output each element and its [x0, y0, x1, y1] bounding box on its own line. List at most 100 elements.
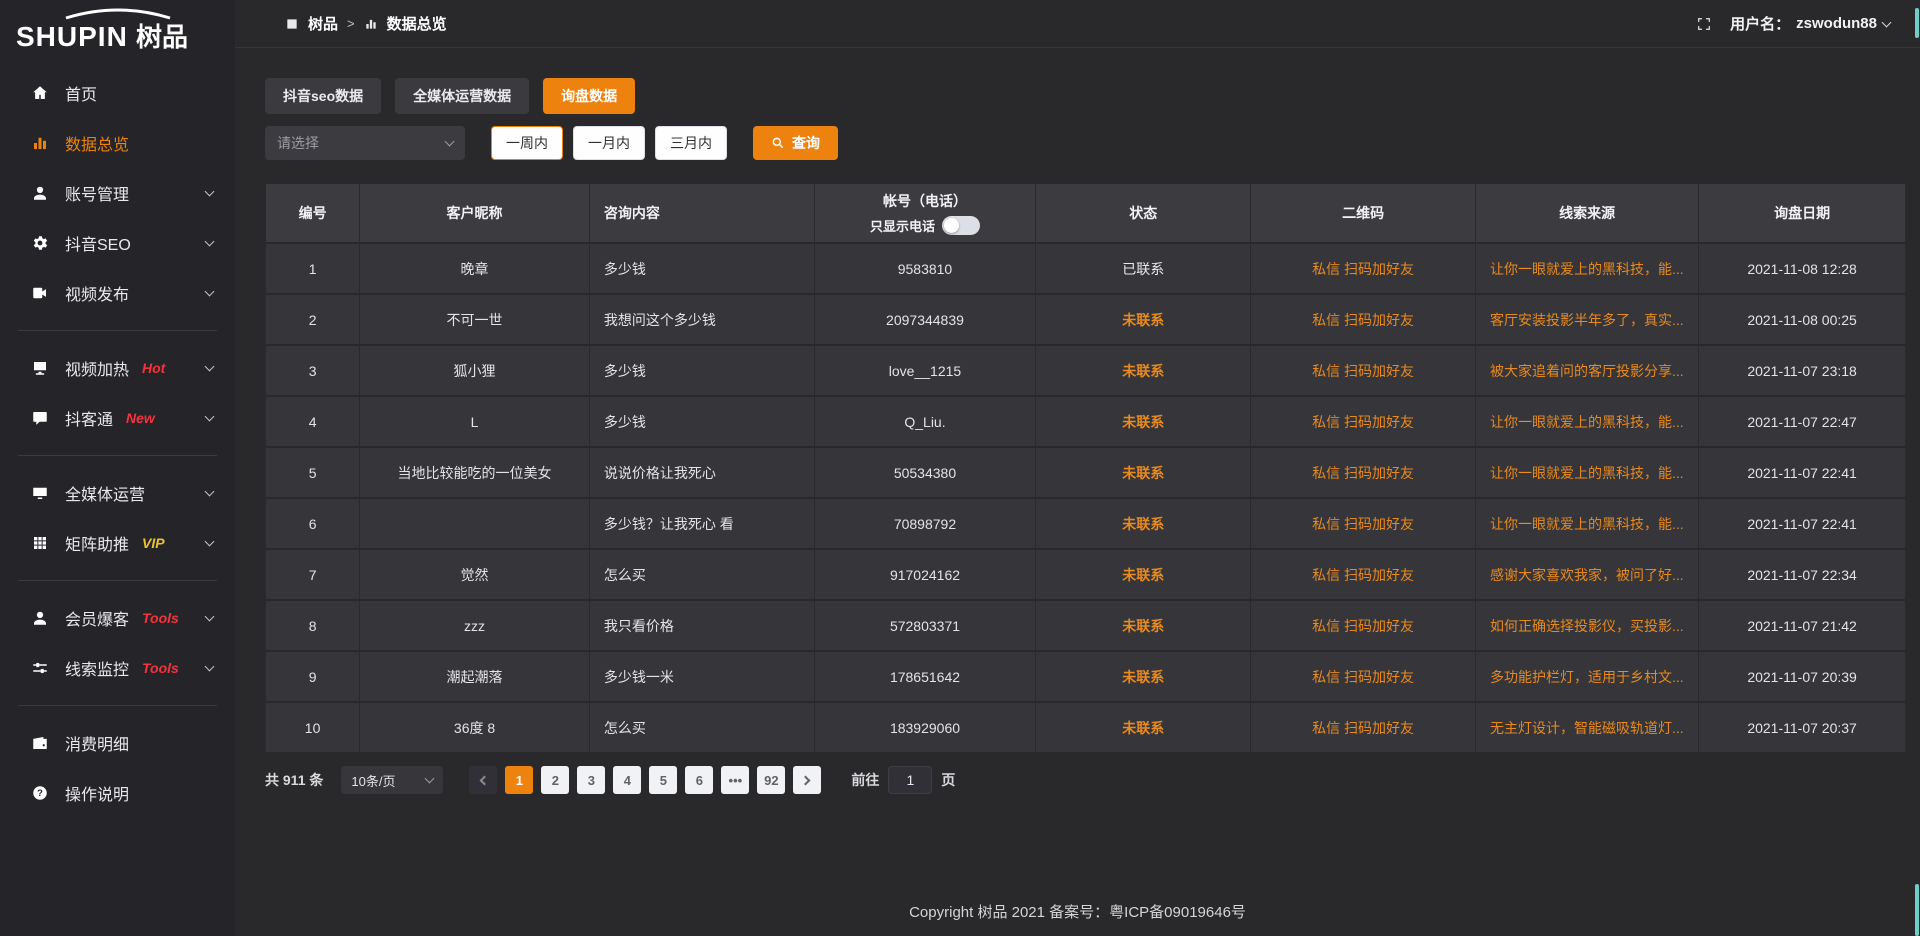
page-button[interactable]: 4 [613, 766, 641, 794]
qr-add-friend-link[interactable]: 私信 扫码加好友 [1312, 361, 1414, 381]
fullscreen-icon[interactable] [1696, 16, 1712, 32]
page-size-select[interactable]: 10条/页 [341, 766, 443, 794]
cell-source: 让你一眼就爱上的黑科技，能... [1476, 499, 1699, 548]
phone-only-toggle[interactable] [942, 216, 980, 235]
bar-chart-icon [30, 133, 50, 153]
chevron-down-icon [205, 362, 215, 372]
chevron-down-icon [205, 287, 215, 297]
page-button[interactable]: ••• [721, 766, 749, 794]
cell-qrcode: 私信 扫码加好友 [1251, 244, 1476, 293]
source-link[interactable]: 让你一眼就爱上的黑科技，能... [1490, 514, 1684, 534]
chevron-down-icon [205, 487, 215, 497]
period-button[interactable]: 一周内 [491, 126, 563, 160]
sidebar-item-badge: Tools [142, 660, 179, 676]
sidebar-item[interactable]: ? 操作说明 [0, 768, 235, 818]
qr-add-friend-link[interactable]: 私信 扫码加好友 [1312, 412, 1414, 432]
user-menu[interactable]: 用户名： zswodun88 [1730, 13, 1890, 34]
cell-nickname: 36度 8 [360, 703, 590, 752]
sidebar-item-label: 会员爆客 [65, 606, 129, 630]
tab[interactable]: 全媒体运营数据 [395, 78, 529, 114]
source-link[interactable]: 无主灯设计，智能磁吸轨道灯... [1490, 718, 1684, 738]
qr-add-friend-link[interactable]: 私信 扫码加好友 [1312, 310, 1414, 330]
qr-add-friend-link[interactable]: 私信 扫码加好友 [1312, 667, 1414, 687]
scrollbar-thumb-bottom[interactable] [1915, 884, 1919, 936]
tab[interactable]: 抖音seo数据 [265, 78, 381, 114]
sidebar-item[interactable]: 抖音SEO [0, 218, 235, 268]
qr-add-friend-link[interactable]: 私信 扫码加好友 [1312, 616, 1414, 636]
col-account-title: 帐号（电话） [883, 191, 967, 211]
svg-text:?: ? [37, 788, 43, 798]
cell-qrcode: 私信 扫码加好友 [1251, 295, 1476, 344]
cell-nickname: zzz [360, 601, 590, 650]
source-link[interactable]: 让你一眼就爱上的黑科技，能... [1490, 463, 1684, 483]
next-page-button[interactable] [793, 766, 821, 794]
sidebar-item-label: 账号管理 [65, 181, 129, 205]
username-value: zswodun88 [1796, 15, 1877, 32]
cell-source: 让你一眼就爱上的黑科技，能... [1476, 397, 1699, 446]
page-button[interactable]: 92 [757, 766, 785, 794]
chevron-down-icon [425, 773, 435, 783]
sidebar-item[interactable]: 消费明细 [0, 718, 235, 768]
sidebar-divider [18, 455, 217, 456]
query-button[interactable]: 查询 [753, 126, 838, 160]
cell-no: 4 [265, 397, 360, 446]
qr-add-friend-link[interactable]: 私信 扫码加好友 [1312, 514, 1414, 534]
cell-no: 10 [265, 703, 360, 752]
source-link[interactable]: 让你一眼就爱上的黑科技，能... [1490, 412, 1684, 432]
source-link[interactable]: 如何正确选择投影仪，买投影... [1490, 616, 1684, 636]
sidebar-item[interactable]: 视频发布 [0, 268, 235, 318]
source-link[interactable]: 客厅安装投影半年多了，真实... [1490, 310, 1684, 330]
cell-source: 让你一眼就爱上的黑科技，能... [1476, 448, 1699, 497]
cell-qrcode: 私信 扫码加好友 [1251, 397, 1476, 446]
qr-add-friend-link[interactable]: 私信 扫码加好友 [1312, 463, 1414, 483]
breadcrumb: 树品 > 数据总览 [285, 13, 447, 34]
sidebar-divider [18, 580, 217, 581]
cell-no: 3 [265, 346, 360, 395]
cell-source: 如何正确选择投影仪，买投影... [1476, 601, 1699, 650]
goto-suffix: 页 [941, 770, 955, 790]
sidebar-item[interactable]: 账号管理 [0, 168, 235, 218]
sidebar-item-label: 首页 [65, 81, 97, 105]
table-body: 1 晚章 多少钱 9583810 已联系 私信 扫码加好友 让你一眼就爱上的黑科… [265, 244, 1906, 752]
sidebar-item[interactable]: 矩阵助推 VIP [0, 518, 235, 568]
page-button[interactable]: 6 [685, 766, 713, 794]
grid-icon [30, 533, 50, 553]
prev-page-button[interactable] [469, 766, 497, 794]
source-link[interactable]: 让你一眼就爱上的黑科技，能... [1490, 259, 1684, 279]
sidebar-item[interactable]: 数据总览 [0, 118, 235, 168]
period-button[interactable]: 三月内 [655, 126, 727, 160]
sidebar-item[interactable]: 会员爆客 Tools [0, 593, 235, 643]
col-content: 咨询内容 [590, 184, 815, 242]
page-button[interactable]: 2 [541, 766, 569, 794]
source-link[interactable]: 多功能护栏灯，适用于乡村文... [1490, 667, 1684, 687]
bar-chart-icon [364, 17, 378, 31]
source-link[interactable]: 被大家追着问的客厅投影分享... [1490, 361, 1684, 381]
page-button[interactable]: 5 [649, 766, 677, 794]
sidebar-item[interactable]: 抖客通 New [0, 393, 235, 443]
page-button[interactable]: 1 [505, 766, 533, 794]
sidebar-item[interactable]: 首页 [0, 68, 235, 118]
qr-add-friend-link[interactable]: 私信 扫码加好友 [1312, 718, 1414, 738]
sidebar-item[interactable]: 全媒体运营 [0, 468, 235, 518]
col-qrcode: 二维码 [1251, 184, 1476, 242]
cell-date: 2021-11-07 22:41 [1699, 499, 1906, 548]
sidebar-item[interactable]: 视频加热 Hot [0, 343, 235, 393]
source-link[interactable]: 感谢大家喜欢我家，被问了好... [1490, 565, 1684, 585]
tab[interactable]: 询盘数据 [543, 78, 635, 114]
table-row: 7 觉然 怎么买 917024162 未联系 私信 扫码加好友 感谢大家喜欢我家… [265, 550, 1906, 599]
filter-select[interactable]: 请选择 [265, 126, 465, 160]
pagination: 共 911 条 10条/页 1 2 3 4 5 6 [265, 766, 1906, 794]
sidebar-item[interactable]: 线索监控 Tools [0, 643, 235, 693]
table-row: 8 zzz 我只看价格 572803371 未联系 私信 扫码加好友 如何正确选… [265, 601, 1906, 650]
qr-add-friend-link[interactable]: 私信 扫码加好友 [1312, 259, 1414, 279]
page-button[interactable]: 3 [577, 766, 605, 794]
period-button[interactable]: 一月内 [573, 126, 645, 160]
app-logo: SHUPIN 树品 [0, 0, 235, 62]
cell-qrcode: 私信 扫码加好友 [1251, 652, 1476, 701]
scrollbar-thumb-top[interactable] [1915, 8, 1919, 38]
qr-add-friend-link[interactable]: 私信 扫码加好友 [1312, 565, 1414, 585]
breadcrumb-home[interactable]: 树品 [308, 13, 338, 34]
goto-page-input[interactable] [888, 766, 932, 794]
cell-date: 2021-11-07 22:41 [1699, 448, 1906, 497]
shupin-logo-icon: SHUPIN 树品 [12, 7, 224, 55]
